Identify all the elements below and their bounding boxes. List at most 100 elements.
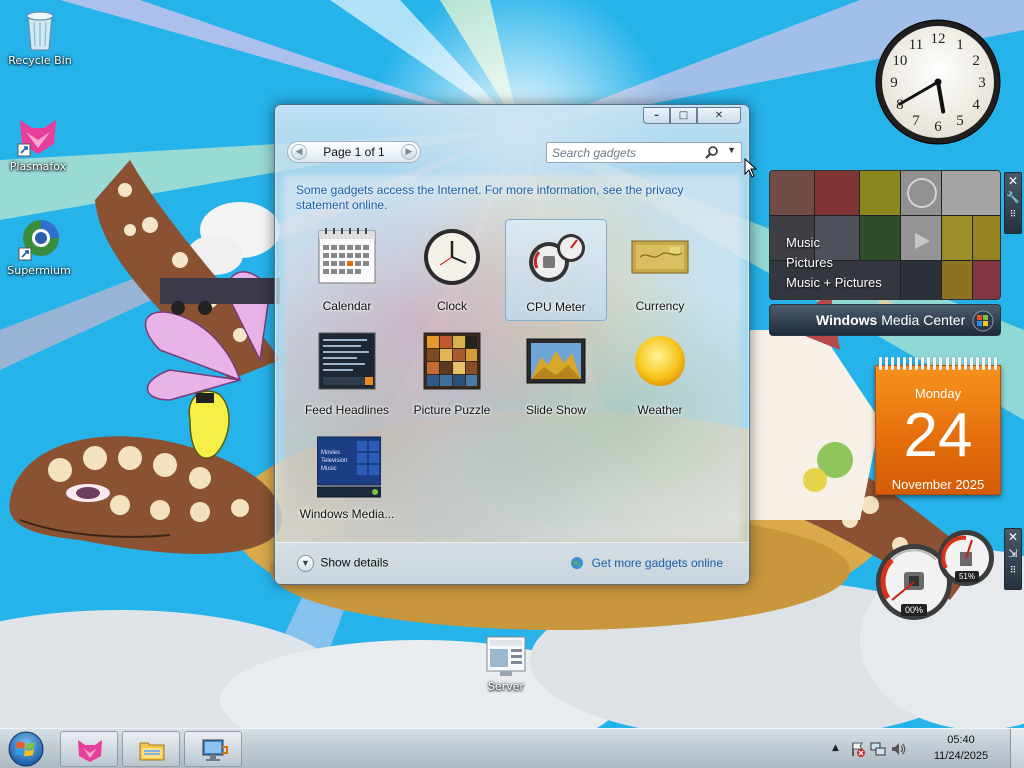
- drag-handle-icon[interactable]: ⠿: [1005, 207, 1021, 223]
- media-center-tiles: Music Pictures Music + Pictures: [769, 170, 1001, 300]
- calendar-gadget[interactable]: Monday 24 November 2025: [875, 357, 1001, 495]
- gadget-tile-calendar[interactable]: Calendar: [296, 219, 398, 321]
- clock-time[interactable]: 05:40: [926, 734, 996, 746]
- show-details-label: Show details: [320, 555, 389, 570]
- close-icon[interactable]: ✕: [1005, 173, 1021, 189]
- desktop-icon-label: Plasmafox: [9, 160, 67, 173]
- drag-handle-icon[interactable]: ⠿: [1005, 563, 1021, 579]
- gallery-footer: ▼ Show details Get more gadgets online: [275, 542, 749, 584]
- clock-gadget[interactable]: 121234567891011: [874, 18, 1002, 146]
- server-icon: [484, 634, 528, 678]
- plasmafox-icon: [76, 737, 104, 763]
- resize-icon[interactable]: ⇲: [1005, 545, 1021, 563]
- clock-numeral: 11: [909, 37, 923, 53]
- desktop-icon-supermium[interactable]: Supermium: [1, 218, 77, 277]
- recycle-bin-icon: [18, 8, 62, 52]
- page-navigator: ◀ Page 1 of 1 ▶: [287, 141, 421, 163]
- gadget-name: Slide Show: [525, 403, 587, 417]
- plasmafox-icon: [16, 114, 60, 158]
- cpu-meter-gadget-controls: ✕ ⇲ ⠿: [1004, 528, 1022, 590]
- wmc-thumb-line: Music: [321, 466, 337, 472]
- desktop-icon-plasmafox[interactable]: Plasmafox: [0, 114, 76, 173]
- gadget-gallery-window[interactable]: – □ ✕ ◀ Page 1 of 1 ▶ Search gadgets ▼ S…: [274, 104, 750, 585]
- gadget-name: Currency: [635, 299, 685, 313]
- action-center-flag-icon[interactable]: [850, 741, 866, 757]
- media-center-title-rest: Media Center: [877, 312, 966, 328]
- gadget-name: Calendar: [322, 299, 372, 313]
- minimize-button[interactable]: –: [643, 107, 670, 124]
- desktop-icon-server[interactable]: Server: [468, 634, 544, 693]
- currency-gadget-icon: [630, 227, 690, 287]
- computer-icon: [200, 737, 228, 763]
- start-button[interactable]: [6, 730, 46, 768]
- taskbar-button-explorer[interactable]: [122, 731, 180, 767]
- clock-numeral: 6: [934, 119, 942, 135]
- globe-icon: [570, 556, 584, 570]
- search-icon[interactable]: [705, 145, 719, 159]
- desktop-icon-recycle-bin[interactable]: Recycle Bin: [2, 8, 78, 67]
- media-center-menu-item[interactable]: Music + Pictures: [786, 273, 882, 293]
- windows-media-center-gadget[interactable]: Music Pictures Music + Pictures Windows …: [769, 170, 1001, 336]
- search-placeholder: Search gadgets: [552, 146, 637, 160]
- media-center-menu: Music Pictures Music + Pictures: [786, 233, 882, 293]
- gadget-name: Weather: [637, 403, 683, 417]
- gadget-tile-picture-puzzle[interactable]: Picture Puzzle: [401, 323, 503, 425]
- clock-numeral: 5: [956, 113, 964, 129]
- clock-numeral: 1: [956, 37, 964, 53]
- windows-logo-icon: [972, 310, 994, 332]
- gadget-tile-weather[interactable]: Weather: [609, 323, 711, 425]
- taskbar: ▲ 05:40 11/24/2025: [0, 728, 1024, 768]
- windows-media-center-gadget-icon: Movies Television Music: [316, 435, 382, 498]
- privacy-notice-link[interactable]: Some gadgets access the Internet. For mo…: [296, 183, 716, 213]
- taskbar-button-remote-desktop[interactable]: [184, 731, 242, 767]
- cpu-meter-gadget[interactable]: 00% 51%: [874, 528, 1000, 624]
- calendar-date: 24: [903, 401, 973, 470]
- media-center-title-bar[interactable]: Windows Media Center: [769, 304, 1001, 336]
- clock-gadget-icon: [422, 227, 482, 287]
- cpu-usage-value: 00%: [901, 604, 927, 616]
- network-icon[interactable]: [870, 741, 886, 757]
- clock-date[interactable]: 11/24/2025: [926, 750, 996, 762]
- get-more-gadgets-link[interactable]: Get more gadgets online: [570, 556, 723, 570]
- calendar-month-year: November 2025: [891, 477, 985, 492]
- media-center-gadget-controls: ✕ 🔧 ⠿: [1004, 172, 1022, 234]
- calendar-rings: [879, 357, 997, 371]
- gadget-tile-windows-media-center[interactable]: Movies Television Music Windows Media...: [296, 427, 398, 529]
- close-button[interactable]: ✕: [697, 107, 741, 124]
- next-page-button[interactable]: ▶: [401, 144, 417, 160]
- cpu-meter-gadget-icon: [527, 228, 587, 288]
- clock-numeral: 3: [978, 75, 986, 91]
- search-dropdown-arrow-icon[interactable]: ▼: [727, 145, 736, 155]
- desktop-icon-label: Server: [487, 680, 525, 693]
- media-center-title: Windows Media Center: [816, 312, 965, 328]
- gadget-tile-feed-headlines[interactable]: Feed Headlines: [296, 323, 398, 425]
- chevron-down-icon: ▼: [297, 555, 314, 572]
- gadget-tile-cpu-meter[interactable]: CPU Meter: [505, 219, 607, 321]
- picture-puzzle-gadget-icon: [422, 331, 482, 391]
- gadget-tile-slide-show[interactable]: Slide Show: [505, 323, 607, 425]
- show-details-toggle[interactable]: ▼ Show details: [297, 555, 388, 572]
- gadget-name: CPU Meter: [526, 300, 586, 314]
- clock-numeral: 10: [892, 53, 907, 69]
- media-center-menu-item[interactable]: Music: [786, 233, 882, 253]
- volume-icon[interactable]: [890, 741, 906, 757]
- gadget-name: Clock: [436, 299, 467, 313]
- show-desktop-button[interactable]: [1010, 729, 1024, 768]
- gadget-tile-clock[interactable]: Clock: [401, 219, 503, 321]
- media-center-menu-item[interactable]: Pictures: [786, 253, 882, 273]
- gadget-name: Feed Headlines: [304, 403, 390, 417]
- show-hidden-icons-icon[interactable]: ▲: [832, 743, 848, 759]
- slide-show-gadget-icon: [526, 331, 586, 391]
- search-gadgets-input[interactable]: Search gadgets ▼: [546, 142, 742, 163]
- maximize-button[interactable]: □: [670, 107, 697, 124]
- clock-numeral: 9: [890, 75, 898, 91]
- taskbar-button-plasmafox[interactable]: [60, 731, 118, 767]
- desktop-icon-label: Supermium: [7, 264, 71, 277]
- feed-headlines-gadget-icon: [317, 331, 377, 391]
- memory-usage-value: 51%: [955, 571, 979, 582]
- close-icon[interactable]: ✕: [1005, 529, 1021, 545]
- notification-area: ▲ 05:40 11/24/2025: [824, 729, 1024, 768]
- wrench-icon[interactable]: 🔧: [1005, 189, 1021, 207]
- gadget-tile-currency[interactable]: Currency: [609, 219, 711, 321]
- desktop-icon-label: Recycle Bin: [8, 54, 72, 67]
